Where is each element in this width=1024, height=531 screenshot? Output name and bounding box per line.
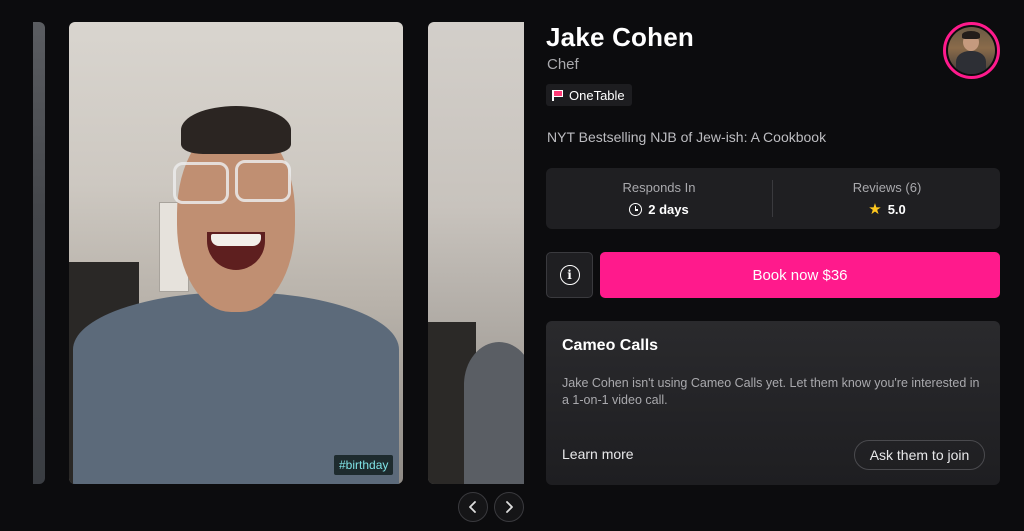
- clock-icon: [629, 203, 643, 216]
- carousel-card-previous[interactable]: [33, 22, 45, 484]
- chevron-right-icon: [506, 501, 513, 513]
- flag-icon: [552, 89, 563, 101]
- carousel-next-button[interactable]: [494, 492, 524, 522]
- person-shirt: [464, 342, 524, 484]
- chevron-left-icon: [469, 501, 476, 513]
- charity-label: OneTable: [569, 87, 625, 103]
- book-now-button[interactable]: Book now $36: [600, 252, 1000, 298]
- reviews-value-row: ★ 5.0: [774, 202, 1000, 217]
- responds-value: 2 days: [648, 202, 689, 217]
- responds-label: Responds In: [622, 180, 696, 195]
- profile-name: Jake Cohen: [546, 22, 694, 52]
- reviews-value: 5.0: [887, 202, 906, 217]
- carousel-card-next[interactable]: [428, 22, 524, 484]
- avatar-image: [948, 27, 995, 74]
- responds-stat: Responds In 2 days: [546, 168, 772, 229]
- person-hair: [181, 106, 291, 154]
- cameo-calls-panel: Cameo Calls Jake Cohen isn't using Cameo…: [546, 321, 1000, 485]
- cameo-calls-title: Cameo Calls: [562, 337, 659, 354]
- stats-divider: [772, 180, 773, 217]
- person-teeth: [211, 234, 261, 246]
- profile-occupation[interactable]: Chef: [547, 56, 579, 73]
- reviews-stat[interactable]: Reviews (6) ★ 5.0: [774, 168, 1000, 229]
- glasses-right: [235, 160, 291, 202]
- profile-bio: NYT Bestselling NJB of Jew-ish: A Cookbo…: [547, 129, 827, 145]
- star-icon: ★: [868, 201, 882, 218]
- avatar[interactable]: [943, 22, 1000, 79]
- carousel-card-video[interactable]: [69, 22, 403, 484]
- carousel-prev-button[interactable]: [458, 492, 488, 522]
- ask-to-join-button[interactable]: Ask them to join: [854, 440, 985, 470]
- glasses-left: [173, 162, 229, 204]
- video-hashtag: #birthday: [334, 455, 394, 475]
- reviews-label: Reviews (6): [852, 180, 922, 195]
- info-button[interactable]: i: [546, 252, 593, 298]
- info-icon: i: [559, 265, 580, 285]
- stats-panel: Responds In 2 days Reviews (6) ★ 5.0: [546, 168, 1000, 229]
- responds-value-row: 2 days: [546, 202, 772, 217]
- charity-badge[interactable]: OneTable: [546, 84, 632, 106]
- cameo-calls-description: Jake Cohen isn't using Cameo Calls yet. …: [562, 376, 980, 407]
- learn-more-link[interactable]: Learn more: [562, 446, 634, 462]
